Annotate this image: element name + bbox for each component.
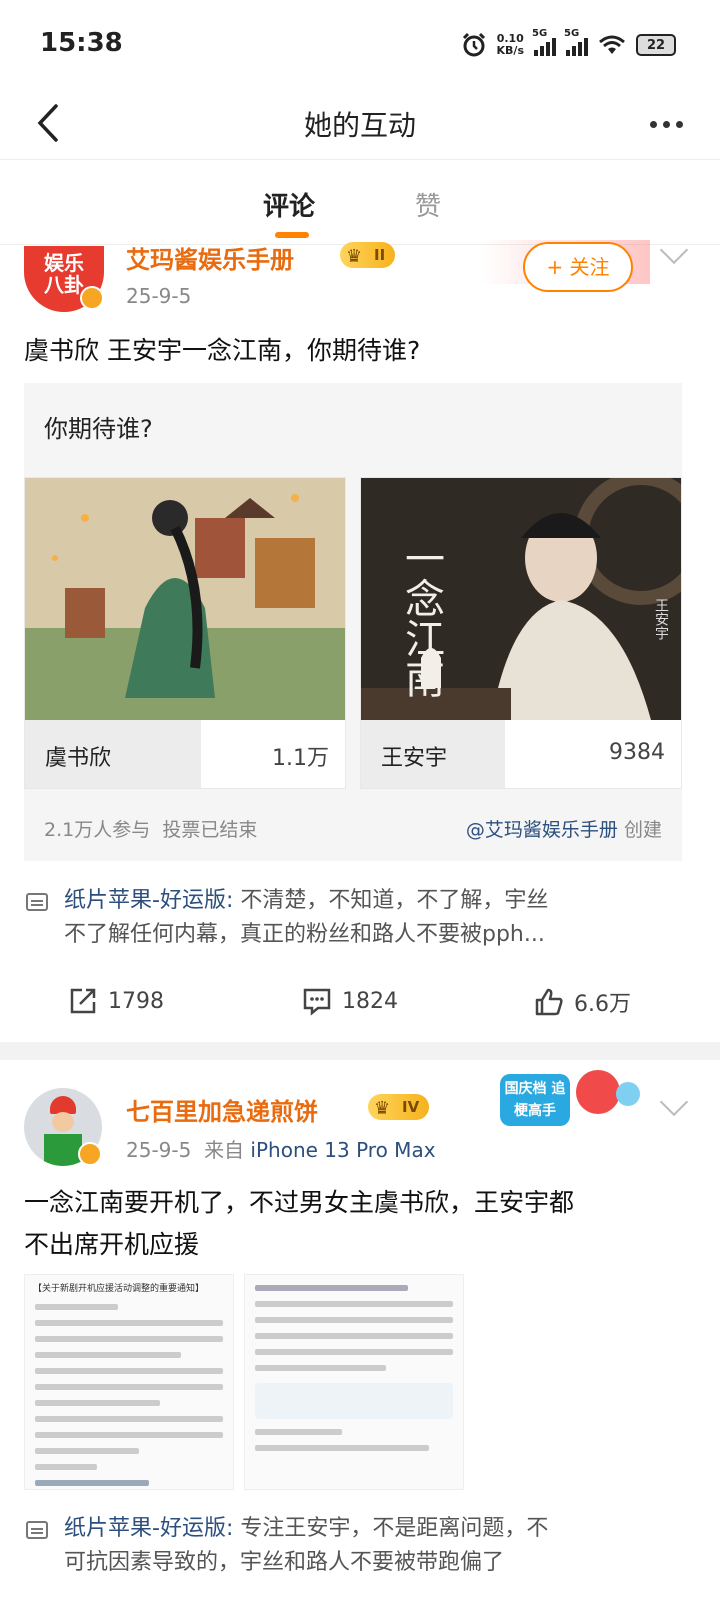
option-2-name: 王安宇 xyxy=(381,746,448,771)
comment-bubble-icon-2 xyxy=(26,1521,48,1539)
post-actions: 1798 1824 6.6万 xyxy=(0,970,720,1040)
option-1-count: 1.1万 xyxy=(272,746,329,771)
tab-bar: 评论 赞 xyxy=(0,160,720,245)
post-text-2: 一念江南要开机了，不过男女主虞书欣，王安宇都 不出席开机应援 xyxy=(24,1188,575,1259)
comment-button[interactable]: 1824 xyxy=(302,986,398,1016)
crown-icon: ♛ xyxy=(346,246,363,267)
option-1-name: 虞书欣 xyxy=(45,746,112,771)
post-divider xyxy=(0,1042,720,1060)
chevron-down-icon-2[interactable] xyxy=(659,1087,689,1117)
status-icons: 0.10 KB/s 5G 5G 22 xyxy=(461,28,676,62)
post-date: 25-9-5 xyxy=(126,284,192,308)
vote-creator[interactable]: @艾玛酱娱乐手册 创建 xyxy=(466,815,662,842)
mascot-icon xyxy=(576,1070,620,1114)
vote-card: 你期待谁? 虞书欣 1.1万 一念江南 王安宇 王安宇 9384 2.1万人参与… xyxy=(24,383,682,861)
post-text: 虞书欣 王安宇一念江南，你期待谁? xyxy=(24,336,421,365)
thumbs-up-icon xyxy=(535,988,563,1016)
option-2-image: 一念江南 王安宇 xyxy=(361,478,681,720)
tab-indicator xyxy=(275,232,309,238)
page-title: 她的互动 xyxy=(303,109,416,142)
comment-icon xyxy=(303,988,331,1016)
tab-likes[interactable]: 赞 xyxy=(415,186,441,223)
comment-preview-2[interactable]: 纸片苹果-好运版: 专注王安宇，不是距离问题，不 可抗因素导致的，宇丝和路人不要… xyxy=(64,1512,694,1580)
status-time: 15:38 xyxy=(40,28,123,58)
vote-option-2[interactable]: 一念江南 王安宇 王安宇 9384 xyxy=(360,477,682,789)
signal-icon-2: 5G xyxy=(564,28,588,56)
vip-badge-2: ♛ IV xyxy=(368,1094,430,1120)
comment-bubble-icon xyxy=(26,893,48,911)
option-1-image xyxy=(25,478,345,720)
share-icon xyxy=(70,988,96,1014)
battery-icon: 22 xyxy=(636,34,676,56)
post-image-2[interactable] xyxy=(244,1274,464,1490)
crown-icon: ♛ xyxy=(374,1098,391,1119)
vip-badge: ♛ II xyxy=(340,242,396,268)
post-image-1[interactable]: 【关于新剧开机应援活动调整的重要通知】 xyxy=(24,1274,234,1490)
option-2-count: 9384 xyxy=(609,740,665,765)
like-button[interactable]: 6.6万 xyxy=(534,986,631,1018)
post-meta-2: 25-9-5 来自 iPhone 13 Pro Max xyxy=(126,1138,436,1162)
comment-preview[interactable]: 纸片苹果-好运版: 不清楚，不知道，不了解，宇丝 不了解任何内幕，真正的粉丝和路… xyxy=(64,884,694,952)
verified-badge-icon xyxy=(80,286,104,310)
signal-icon: 5G xyxy=(532,28,556,56)
post-author[interactable]: 艾玛酱娱乐手册 xyxy=(126,240,294,275)
nav-header: 她的互动 xyxy=(0,88,720,160)
wifi-icon xyxy=(599,35,625,54)
tab-comments[interactable]: 评论 xyxy=(263,186,315,223)
vote-option-1[interactable]: 虞书欣 1.1万 xyxy=(24,477,346,789)
holiday-badge: 国庆档 追梗高手 xyxy=(500,1068,650,1132)
follow-button[interactable]: + 关注 xyxy=(523,242,633,292)
post-author-2[interactable]: 七百里加急递煎饼 xyxy=(126,1092,318,1127)
net-speed: 0.10 KB/s xyxy=(496,32,524,57)
verified-badge-icon-2 xyxy=(78,1142,102,1166)
share-button[interactable]: 1798 xyxy=(68,986,164,1016)
status-bar: 15:38 0.10 KB/s 5G 5G 22 xyxy=(0,0,720,88)
vote-question: 你期待谁? xyxy=(44,415,153,443)
svg-text:王安宇: 王安宇 xyxy=(653,598,669,640)
more-icon[interactable] xyxy=(650,104,694,144)
svg-text:一念江南: 一念江南 xyxy=(398,538,444,698)
vote-status: 2.1万人参与 投票已结束 xyxy=(44,819,258,841)
alarm-icon xyxy=(462,32,485,57)
